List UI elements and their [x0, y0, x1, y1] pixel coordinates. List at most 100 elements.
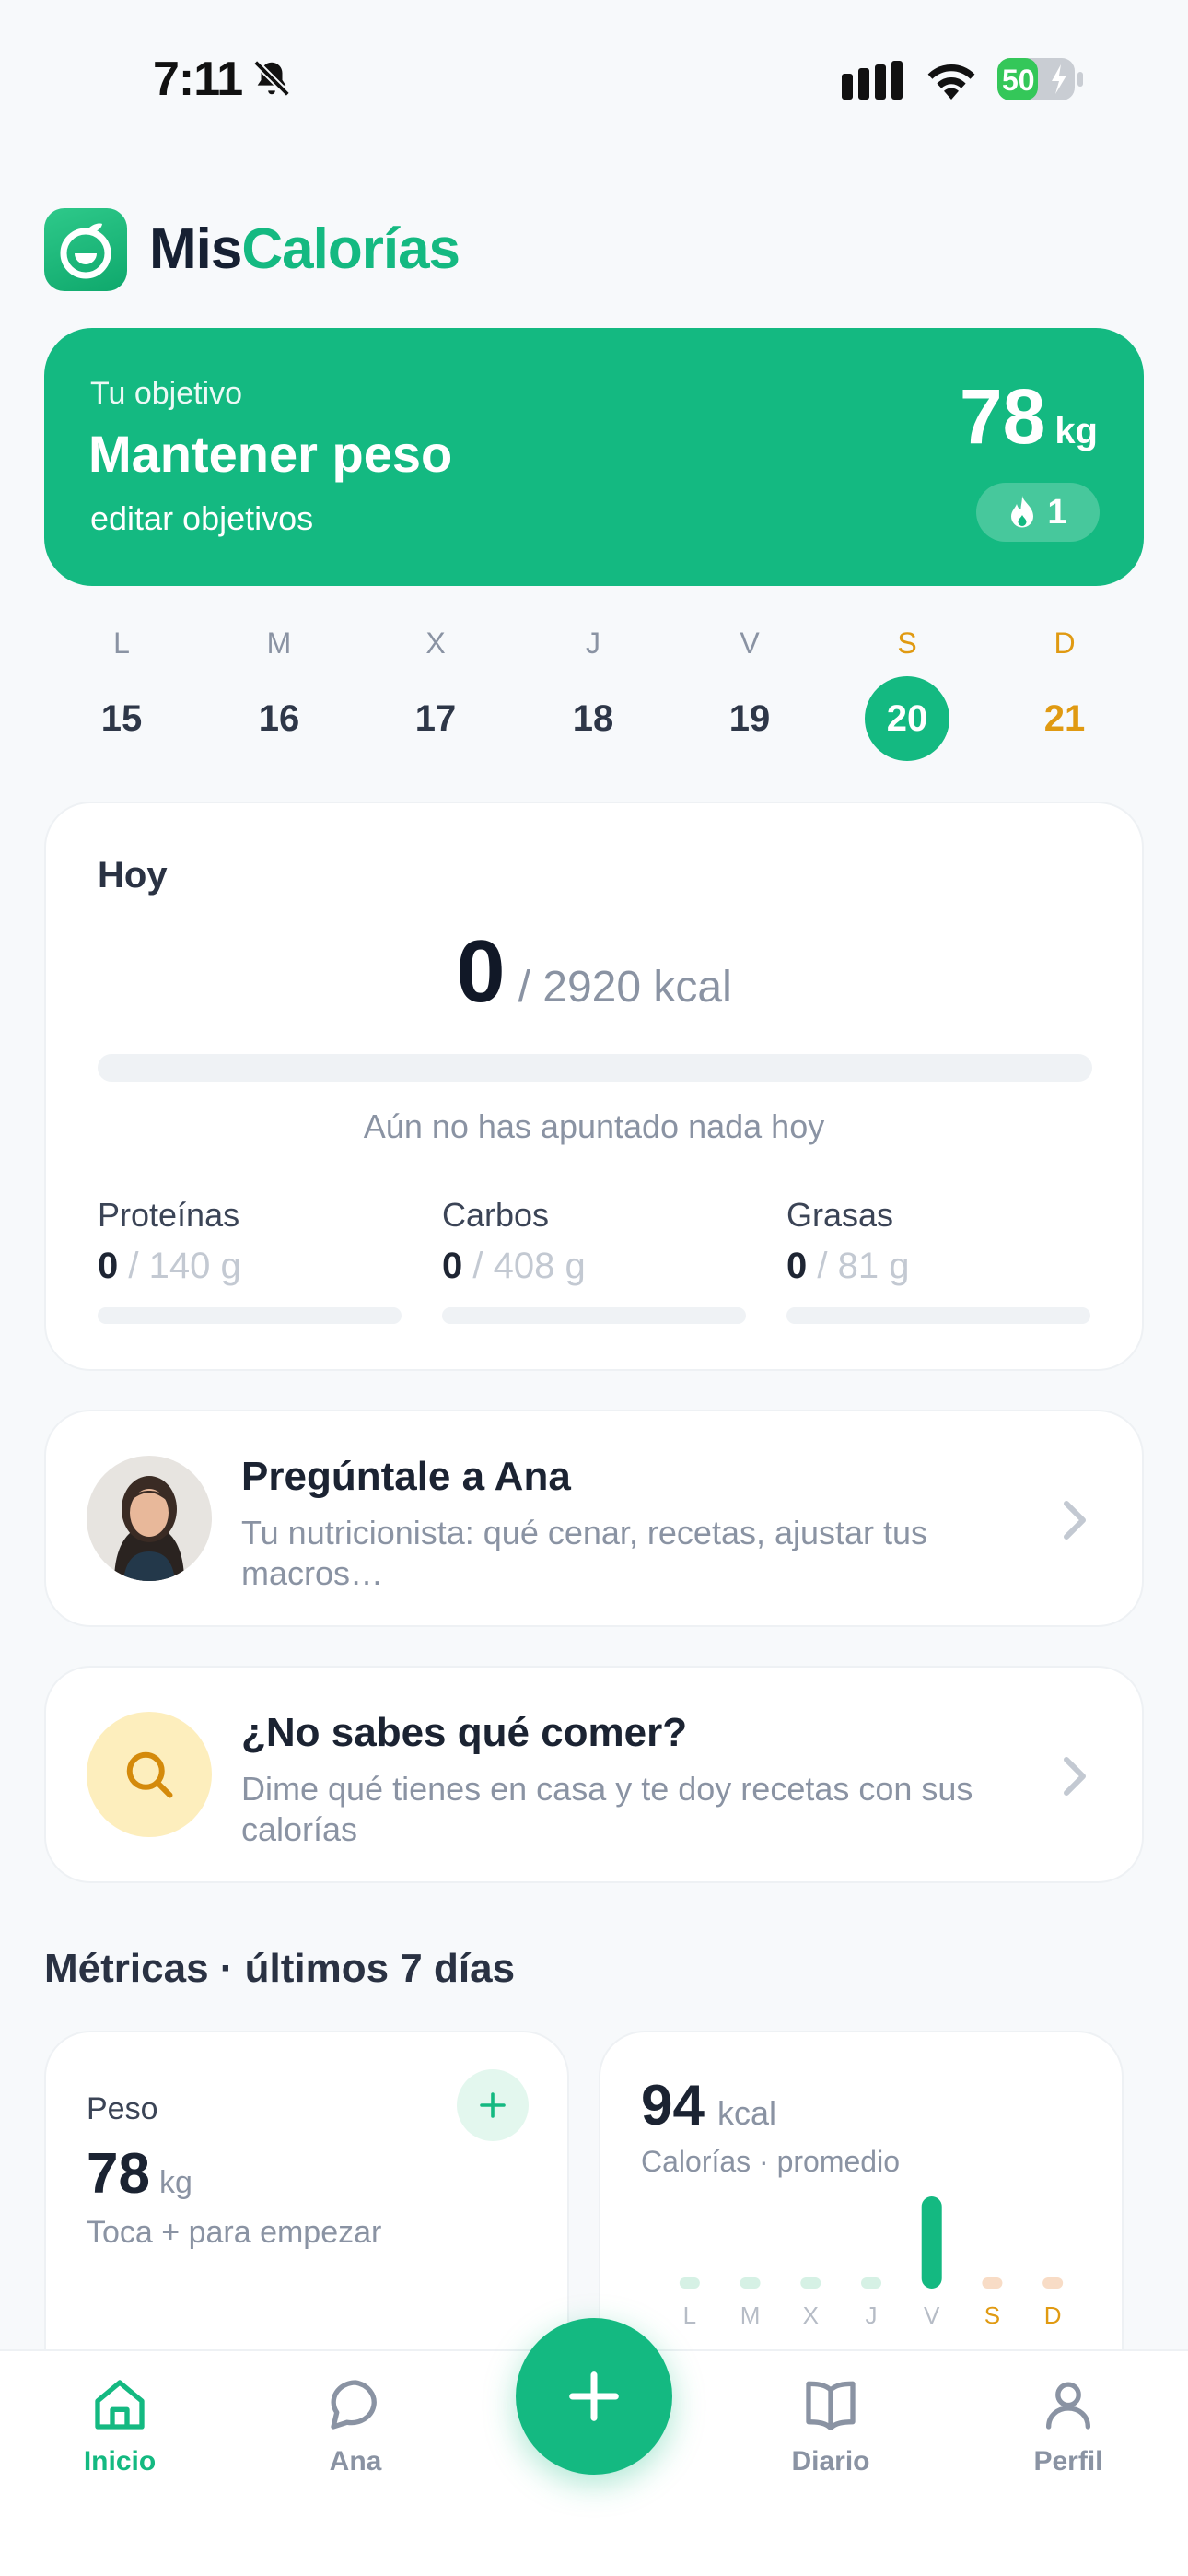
app-title: MisCalorías	[149, 217, 460, 282]
battery-level: 50	[1002, 64, 1035, 97]
bell-muted-icon	[253, 60, 290, 97]
day-mon[interactable]: L 15	[76, 623, 168, 761]
macro-protein: Proteínas 0 / 140 g	[98, 1196, 402, 1324]
day-number: 20	[865, 676, 949, 761]
tab-home-label: Inicio	[83, 2446, 157, 2476]
search-badge	[87, 1712, 212, 1837]
tab-profile[interactable]: Perfil	[995, 2375, 1142, 2477]
macro-target: / 81 g	[807, 1246, 910, 1286]
book-icon	[806, 2381, 856, 2430]
macro-name: Carbos	[442, 1196, 550, 1234]
day-letter: J	[586, 626, 600, 660]
chart-day-label: X	[803, 2301, 819, 2329]
tab-profile-label: Perfil	[1033, 2446, 1103, 2476]
macro-name: Grasas	[786, 1196, 894, 1234]
weight-value: 78	[87, 2142, 150, 2206]
calorie-progress-bar	[98, 1054, 1092, 1082]
weight-value-row: 78 kg	[87, 2141, 192, 2207]
tab-diary-label: Diario	[791, 2446, 870, 2476]
add-weight-button[interactable]	[457, 2069, 529, 2141]
avg-calories-row: 94 kcal	[641, 2073, 776, 2138]
search-icon	[126, 1751, 173, 1798]
streak-badge: 1	[976, 483, 1100, 542]
streak-count: 1	[1047, 492, 1067, 532]
chart-day-label: M	[740, 2301, 761, 2329]
day-letter: S	[897, 626, 917, 660]
day-fri[interactable]: V 19	[704, 623, 796, 761]
day-number: 16	[258, 698, 300, 739]
cellular-signal-icon	[842, 61, 903, 100]
day-letter: V	[740, 626, 760, 660]
apple-logo-icon	[60, 223, 111, 279]
weight-note: Toca + para empezar	[87, 2215, 382, 2250]
day-number: 17	[414, 698, 457, 739]
tab-diary[interactable]: Diario	[757, 2375, 904, 2477]
chart-day-label: S	[984, 2301, 1000, 2329]
macro-target: / 408 g	[462, 1246, 586, 1286]
user-icon	[1046, 2382, 1090, 2430]
macro-progress-bar	[98, 1307, 402, 1324]
battery-icon: 50	[997, 58, 1083, 100]
tab-ana[interactable]: Ana	[282, 2375, 429, 2477]
tab-home[interactable]: Inicio	[46, 2375, 193, 2477]
macro-value: 0 / 140 g	[98, 1246, 402, 1287]
app-title-part2: Calorías	[241, 217, 460, 281]
recipe-ideas-title: ¿No sabes qué comer?	[241, 1710, 688, 1755]
weight-unit: kg	[158, 2165, 192, 2200]
plus-icon	[480, 2092, 506, 2118]
empty-day-note: Aún no has apuntado nada hoy	[363, 1107, 825, 1145]
today-card: Hoy 0/ 2920 kcal Aún no has apuntado nad…	[44, 802, 1144, 1371]
goal-title: Mantener peso	[88, 425, 453, 483]
day-sat-selected[interactable]: S 20	[861, 623, 953, 761]
day-letter: M	[266, 626, 292, 660]
chart-bar	[740, 2277, 761, 2289]
macro-name: Proteínas	[98, 1196, 240, 1234]
calories-bar-chart: LMXJVSD	[679, 2196, 1064, 2329]
chart-bar	[1042, 2277, 1064, 2289]
tab-ana-label: Ana	[329, 2446, 382, 2476]
chart-bar	[982, 2277, 1003, 2289]
recipe-ideas-card[interactable]: ¿No sabes qué comer? Dime qué tienes en …	[44, 1666, 1144, 1883]
add-entry-button[interactable]	[516, 2318, 672, 2475]
metrics-title: Métricas · últimos 7 días	[44, 1946, 516, 1991]
goal-card[interactable]: Tu objetivo Mantener peso editar objetiv…	[44, 328, 1144, 586]
calories-consumed: 0	[456, 922, 506, 1021]
ask-ana-title: Pregúntale a Ana	[241, 1454, 571, 1499]
avg-calories-unit: kcal	[716, 2094, 776, 2132]
macro-carbs: Carbos 0 / 408 g	[442, 1196, 746, 1324]
goal-weight: 78 kg	[960, 372, 1098, 462]
chart-bar	[861, 2277, 881, 2289]
chevron-right-icon	[1064, 1757, 1086, 1796]
chart-bar	[679, 2277, 700, 2289]
ask-ana-card[interactable]: Pregúntale a Ana Tu nutricionista: qué c…	[44, 1410, 1144, 1627]
weight-label: Peso	[87, 2091, 158, 2126]
today-title: Hoy	[98, 855, 168, 896]
chart-bar	[800, 2277, 821, 2289]
day-tue[interactable]: M 16	[233, 623, 325, 761]
app-logo	[44, 208, 127, 291]
chart-day-label: V	[924, 2301, 940, 2329]
macro-consumed: 0	[98, 1246, 119, 1286]
calorie-summary: 0/ 2920 kcal	[46, 921, 1142, 1023]
macro-consumed: 0	[786, 1246, 808, 1286]
day-number: 21	[1043, 698, 1086, 739]
chat-bubble-icon	[331, 2380, 377, 2430]
ana-avatar	[87, 1456, 212, 1581]
macro-progress-bar	[786, 1307, 1090, 1324]
recipe-ideas-subtitle: Dime qué tienes en casa y te doy recetas…	[241, 1770, 973, 1848]
avg-calories-subtitle: Calorías · promedio	[641, 2145, 900, 2178]
macro-target: / 140 g	[118, 1246, 241, 1286]
macro-value: 0 / 408 g	[442, 1246, 746, 1287]
chart-day-label: L	[683, 2301, 696, 2329]
day-number: 15	[100, 698, 143, 739]
day-number: 19	[728, 698, 771, 739]
day-sun[interactable]: D 21	[1019, 623, 1111, 761]
day-letter: X	[425, 626, 446, 660]
day-thu[interactable]: J 18	[547, 623, 639, 761]
day-wed[interactable]: X 17	[390, 623, 482, 761]
edit-goals-link[interactable]: editar objetivos	[90, 499, 313, 538]
chevron-right-icon	[1064, 1501, 1086, 1540]
day-letter: D	[1054, 626, 1076, 660]
chart-day-label: J	[866, 2301, 878, 2329]
goal-weight-value: 78	[959, 373, 1046, 460]
